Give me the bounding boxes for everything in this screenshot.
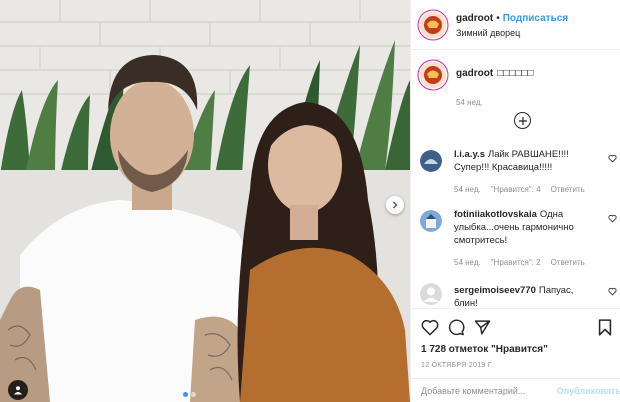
comment-time[interactable]: 54 нед. [454, 183, 481, 196]
carousel-dot [191, 392, 196, 397]
comment-heart-icon[interactable] [608, 154, 617, 163]
reply-button[interactable]: Ответить [551, 256, 585, 269]
comment-item: l.i.a.y.s Лайк РАВШАНЕ!!!! Супер!!! Краса… [420, 148, 620, 196]
commenter-avatar[interactable] [420, 210, 442, 232]
share-icon [474, 319, 491, 335]
heart-icon [421, 319, 439, 336]
comment-button[interactable] [448, 319, 465, 336]
post-header: gadroot • Подписаться Зимний дворец [411, 0, 620, 50]
caption-text: □□□□□□ [497, 68, 534, 79]
commenter-avatar[interactable] [420, 283, 442, 305]
comment-heart-icon[interactable] [608, 287, 617, 296]
comment-meta: 54 нед. "Нравится": 4 Ответить [454, 183, 596, 196]
post-photo[interactable] [0, 0, 410, 402]
caption-time: 54 нед. [456, 98, 483, 107]
commenter-avatar[interactable] [420, 150, 442, 172]
plus-circle-icon [518, 116, 527, 125]
separator-dot: • [496, 12, 500, 24]
commenter-avatar-image [420, 150, 442, 172]
commenter-username[interactable]: fotiniiakotlovskaia [454, 209, 537, 220]
next-photo-button[interactable] [386, 196, 404, 214]
reply-button[interactable]: Ответить [551, 183, 585, 196]
save-button[interactable] [598, 318, 612, 336]
like-button[interactable] [421, 319, 439, 336]
comment-likes[interactable]: "Нравится": 2 [491, 256, 541, 269]
post-date[interactable]: 12 ОКТЯБРЯ 2019 Г. [421, 362, 612, 369]
post-actions: 1 728 отметок "Нравится" 12 ОКТЯБРЯ 2019… [411, 308, 620, 369]
likes-count[interactable]: 1 728 отметок "Нравится" [421, 344, 612, 355]
commenter-username[interactable]: l.i.a.y.s [454, 149, 485, 160]
caption-username[interactable]: gadroot [456, 68, 493, 79]
bookmark-icon [598, 318, 612, 336]
location-link[interactable]: Зимний дворец [456, 26, 568, 40]
chevron-right-icon [393, 201, 398, 209]
follow-button[interactable]: Подписаться [503, 13, 568, 24]
carousel-dot-active [183, 392, 188, 397]
load-more-comments-button[interactable] [514, 112, 531, 129]
user-tag-icon [14, 386, 22, 395]
caption-avatar-image [420, 62, 446, 88]
caption-author-avatar[interactable] [420, 62, 446, 88]
photo-image [0, 0, 410, 402]
post-caption: gadroot □□□□□□ 54 нед. [420, 62, 616, 107]
comment-icon [448, 319, 465, 335]
comment-heart-icon[interactable] [608, 214, 617, 223]
default-avatar-icon [420, 283, 442, 305]
tagged-users-button[interactable] [8, 380, 28, 400]
comment-likes[interactable]: "Нравится": 4 [491, 183, 541, 196]
commenter-username[interactable]: sergeimoiseev770 [454, 285, 536, 296]
commenter-avatar-image [420, 210, 442, 232]
author-avatar-image [420, 11, 446, 38]
comment-item: fotiniiakotlovskaia Одна улыбка...очень г… [420, 208, 620, 269]
add-comment-bar: Опубликовать [411, 378, 620, 402]
share-button[interactable] [474, 319, 491, 336]
comment-meta: 54 нед. "Нравится": 2 Ответить [454, 256, 596, 269]
author-username[interactable]: gadroot [456, 13, 493, 24]
comment-input[interactable] [421, 385, 553, 396]
publish-button[interactable]: Опубликовать [557, 386, 620, 396]
post-details-panel: gadroot • Подписаться Зимний дворец gadroo… [410, 0, 620, 402]
header-text: gadroot • Подписаться Зимний дворец [456, 10, 568, 40]
carousel-dots [183, 392, 196, 397]
author-avatar[interactable] [420, 11, 446, 38]
comment-item: sergeimoiseev770 Папуас, блин! [420, 281, 620, 310]
comment-time[interactable]: 54 нед. [454, 256, 481, 269]
